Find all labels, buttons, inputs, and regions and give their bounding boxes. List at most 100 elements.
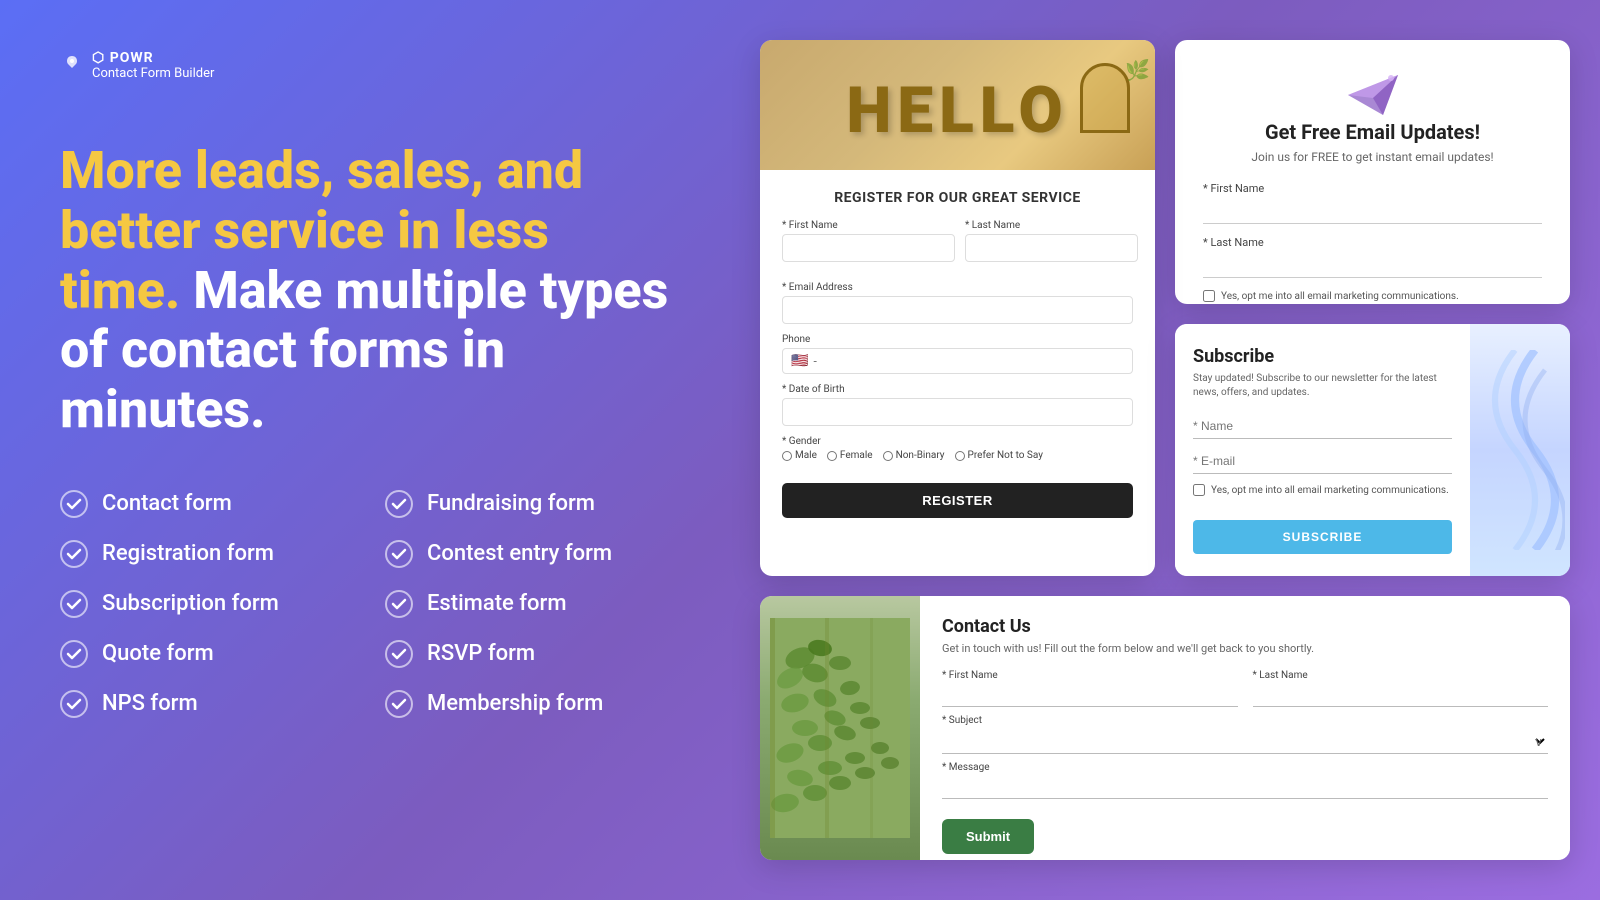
register-email-input[interactable] (782, 296, 1133, 324)
check-icon-10 (385, 690, 413, 718)
check-icon-6 (385, 490, 413, 518)
contact-last-name-input[interactable] (1253, 684, 1549, 707)
right-panel: Get Free Email Updates! Join us for FREE… (730, 0, 1600, 900)
register-card: HELLO 🌿 REGISTER FOR OUR GREAT SERVICE *… (760, 40, 1155, 576)
email-last-name-input[interactable] (1203, 252, 1542, 278)
wave-svg (1475, 350, 1565, 550)
feature-quote-form: Quote form (60, 640, 345, 668)
check-icon-8 (385, 590, 413, 618)
gender-nonbinary-radio[interactable] (883, 451, 893, 461)
feature-fundraising-form: Fundraising form (385, 490, 670, 518)
contact-form-body: Contact Us Get in touch with us! Fill ou… (920, 596, 1570, 860)
contact-submit-button[interactable]: Submit (942, 819, 1034, 854)
subscribe-optin-row: Yes, opt me into all email marketing com… (1193, 484, 1452, 496)
register-last-name-label: * Last Name (965, 220, 1138, 231)
contact-subject-field: * Subject (942, 715, 1548, 754)
arch-decoration (1080, 63, 1130, 133)
ivy-wall (760, 596, 920, 860)
register-button[interactable]: REGISTER (782, 483, 1133, 518)
logo-area: ⬡ POWR Contact Form Builder (60, 50, 670, 81)
gender-nonbinary: Non-Binary (883, 450, 945, 461)
powr-logo-icon (60, 54, 84, 78)
check-icon-4 (60, 640, 88, 668)
register-phone-label: Phone (782, 334, 1133, 345)
gender-female: Female (827, 450, 873, 461)
register-header-image: HELLO 🌿 (760, 40, 1155, 170)
subscribe-title: Subscribe (1193, 346, 1452, 367)
register-dob-group: * Date of Birth (782, 384, 1133, 426)
email-first-name-input[interactable] (1203, 198, 1542, 224)
register-last-name-group: * Last Name (965, 220, 1138, 262)
feature-subscription-form: Subscription form (60, 590, 345, 618)
check-icon-2 (60, 540, 88, 568)
subscribe-email-input[interactable] (1193, 449, 1452, 474)
contact-subtitle: Get in touch with us! Fill out the form … (942, 641, 1548, 656)
register-phone-group: Phone 🇺🇸 - (782, 334, 1133, 374)
register-first-name-label: * First Name (782, 220, 955, 231)
contact-message-input[interactable] (942, 776, 1548, 799)
register-dob-input[interactable] (782, 398, 1133, 426)
contact-last-name-field: * Last Name (1253, 670, 1549, 707)
contact-name-row: * First Name * Last Name (942, 670, 1548, 707)
contact-last-name-label: * Last Name (1253, 670, 1549, 681)
phone-input-wrapper: 🇺🇸 - (782, 348, 1133, 374)
register-gender-label: * Gender (782, 436, 1133, 447)
feature-rsvp-form: RSVP form (385, 640, 670, 668)
logo-text: ⬡ POWR Contact Form Builder (92, 50, 214, 81)
contact-subject-select[interactable] (942, 729, 1548, 754)
gender-prefer-not: Prefer Not to Say (955, 450, 1043, 461)
check-icon-5 (60, 690, 88, 718)
email-updates-card: Get Free Email Updates! Join us for FREE… (1175, 40, 1570, 304)
contact-title: Contact Us (942, 616, 1548, 637)
subscribe-form-left: Subscribe Stay updated! Subscribe to our… (1175, 324, 1470, 576)
phone-dash: - (813, 354, 816, 368)
check-icon (60, 490, 88, 518)
last-name-label: * Last Name (1203, 236, 1264, 249)
subscribe-wave-decoration (1470, 324, 1570, 576)
check-icon-7 (385, 540, 413, 568)
paper-plane-icon (1343, 70, 1403, 120)
register-email-label: * Email Address (782, 282, 1133, 293)
feature-contact-form: Contact form (60, 490, 345, 518)
subject-select-wrapper (942, 729, 1548, 754)
gender-male-radio[interactable] (782, 451, 792, 461)
feature-registration-form: Registration form (60, 540, 345, 568)
feature-contest-form: Contest entry form (385, 540, 670, 568)
contact-subject-label: * Subject (942, 715, 1548, 726)
subscribe-card: Subscribe Stay updated! Subscribe to our… (1175, 324, 1570, 576)
feature-membership-form: Membership form (385, 690, 670, 718)
logo-name: ⬡ POWR (92, 50, 214, 66)
gender-male: Male (782, 450, 817, 461)
logo-subtitle: Contact Form Builder (92, 66, 214, 81)
register-dob-label: * Date of Birth (782, 384, 1133, 395)
register-gender-group: * Gender Male Female Non-Binary (782, 436, 1133, 461)
gender-prefer-not-radio[interactable] (955, 451, 965, 461)
check-icon-9 (385, 640, 413, 668)
contact-message-label: * Message (942, 762, 1548, 773)
headline: More leads, sales, and better service in… (60, 141, 670, 440)
email-optin-checkbox[interactable] (1203, 290, 1215, 302)
contact-first-name-input[interactable] (942, 684, 1238, 707)
contact-message-field: * Message (942, 762, 1548, 799)
subscribe-button[interactable]: SUBSCRIBE (1193, 520, 1452, 554)
email-optin-row: Yes, opt me into all email marketing com… (1203, 290, 1542, 302)
contact-first-name-field: * First Name (942, 670, 1238, 707)
features-col1: Contact form Registration form Subscript… (60, 490, 345, 718)
register-first-name-group: * First Name (782, 220, 955, 262)
gender-female-radio[interactable] (827, 451, 837, 461)
first-name-label: * First Name (1203, 182, 1264, 195)
feature-estimate-form: Estimate form (385, 590, 670, 618)
register-last-name-input[interactable] (965, 234, 1138, 262)
us-flag-icon: 🇺🇸 (791, 353, 808, 369)
subscribe-optin-label: Yes, opt me into all email marketing com… (1211, 485, 1449, 496)
email-optin-label: Yes, opt me into all email marketing com… (1221, 291, 1459, 302)
gender-options-row: Male Female Non-Binary Prefer Not to Say (782, 450, 1133, 461)
subscribe-optin-checkbox[interactable] (1193, 484, 1205, 496)
register-name-row: * First Name * Last Name (782, 220, 1133, 272)
register-form-body: REGISTER FOR OUR GREAT SERVICE * First N… (760, 170, 1155, 538)
contact-first-name-label: * First Name (942, 670, 1238, 681)
plant-icon: 🌿 (1125, 58, 1150, 82)
contact-card: Contact Us Get in touch with us! Fill ou… (760, 596, 1570, 860)
register-first-name-input[interactable] (782, 234, 955, 262)
subscribe-name-input[interactable] (1193, 414, 1452, 439)
